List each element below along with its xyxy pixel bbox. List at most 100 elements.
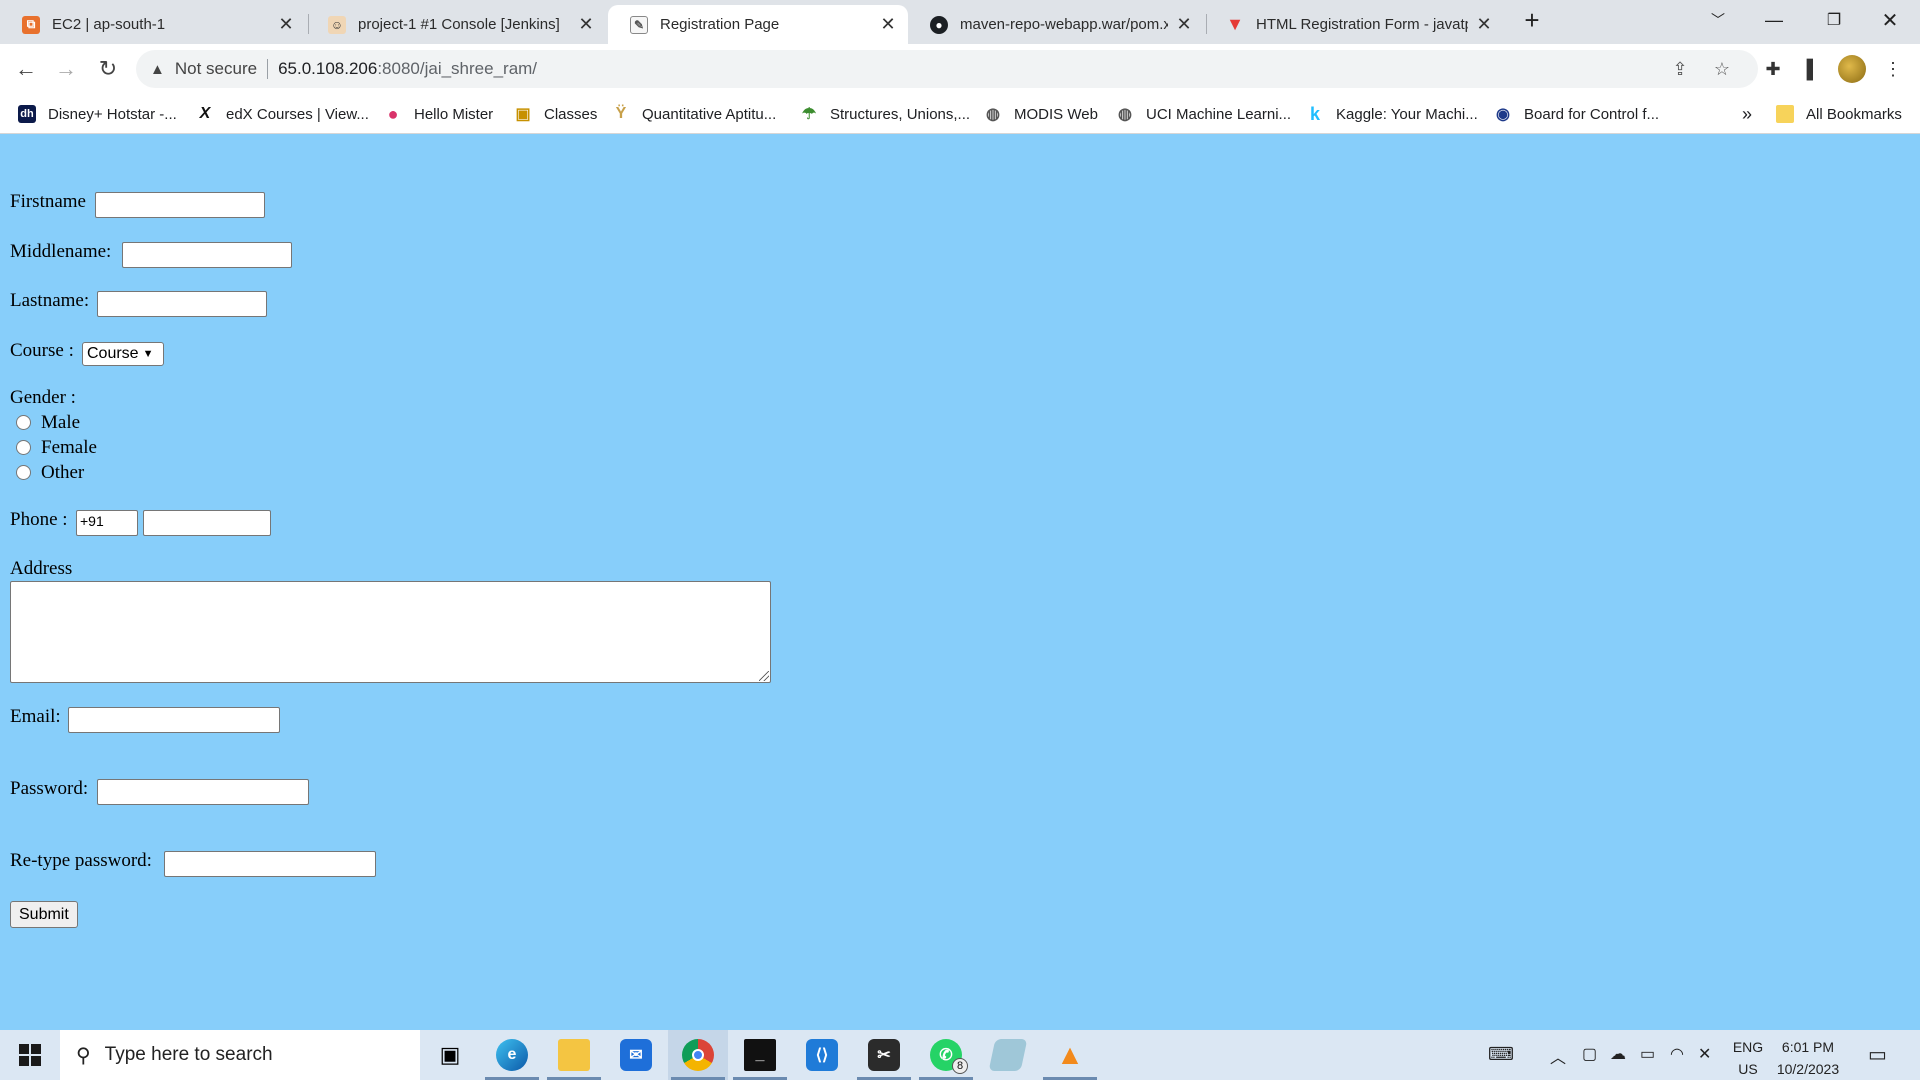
- bookmarks-overflow-icon[interactable]: »: [1742, 104, 1752, 124]
- vscode-app[interactable]: ⟨⟩: [792, 1030, 852, 1080]
- bookmark-structures[interactable]: ☂ Structures, Unions,...: [800, 104, 970, 124]
- close-icon[interactable]: ✕: [278, 14, 294, 35]
- volume-muted-icon[interactable]: ✕: [1698, 1044, 1711, 1064]
- bookmark-label: Kaggle: Your Machi...: [1336, 105, 1478, 123]
- hotstar-icon: dh: [18, 105, 36, 123]
- gender-female-radio[interactable]: [16, 440, 31, 455]
- whatsapp-app[interactable]: ✆ 8: [916, 1030, 976, 1080]
- middlename-input[interactable]: [122, 242, 292, 268]
- back-icon[interactable]: ←: [10, 53, 42, 85]
- all-bookmarks-button[interactable]: All Bookmarks: [1776, 104, 1902, 124]
- tab-jenkins[interactable]: ☺ project-1 #1 Console [Jenkins] ✕: [306, 5, 606, 44]
- bookmark-bcci[interactable]: ◉ Board for Control f...: [1494, 104, 1659, 124]
- side-panel-icon[interactable]: ▌: [1800, 56, 1826, 82]
- close-icon[interactable]: ✕: [1476, 14, 1492, 35]
- address-textarea[interactable]: [10, 581, 771, 683]
- bookmark-edx[interactable]: X edX Courses | View...: [196, 104, 369, 124]
- browser-toolbar: ← → ↻ ▲ Not secure 65.0.108.206 :8080/ja…: [0, 44, 1920, 94]
- course-select[interactable]: Course ▼: [82, 342, 164, 366]
- bookmark-modis[interactable]: ◍ MODIS Web: [984, 104, 1098, 124]
- chevron-down-icon: ▼: [142, 348, 154, 360]
- bookmark-hotstar[interactable]: dh Disney+ Hotstar -...: [18, 104, 177, 124]
- address-bar[interactable]: ▲ Not secure 65.0.108.206 :8080/jai_shre…: [136, 50, 1758, 88]
- bookmark-label: Quantitative Aptitu...: [642, 105, 777, 123]
- minimize-icon[interactable]: —: [1746, 0, 1802, 40]
- notes-app[interactable]: [978, 1030, 1038, 1080]
- retype-password-input[interactable]: [164, 851, 376, 877]
- extensions-icon[interactable]: ✚: [1760, 56, 1786, 82]
- globe-icon: ◍: [986, 106, 1000, 123]
- tab-registration-page[interactable]: ✎ Registration Page ✕: [608, 5, 908, 44]
- onedrive-icon[interactable]: ☁: [1610, 1044, 1626, 1064]
- battery-icon[interactable]: ▭: [1640, 1044, 1655, 1064]
- profile-avatar[interactable]: [1838, 55, 1866, 83]
- clock-date: 10/2/2023: [1776, 1061, 1840, 1077]
- mail-app[interactable]: ✉: [606, 1030, 666, 1080]
- tab-ec2[interactable]: ⧉ EC2 | ap-south-1 ✕: [0, 5, 306, 44]
- clock-time: 6:01 PM: [1781, 1039, 1835, 1055]
- taskbar-search-box[interactable]: ⚲ Type here to search: [60, 1030, 420, 1080]
- reload-icon[interactable]: ↻: [92, 53, 124, 85]
- chrome-app[interactable]: [668, 1030, 728, 1080]
- password-input[interactable]: [97, 779, 309, 805]
- search-placeholder: Type here to search: [104, 1044, 273, 1065]
- phone-number-input[interactable]: [143, 510, 271, 536]
- mail-icon: ✉: [620, 1039, 652, 1071]
- windows-logo-icon: [19, 1044, 41, 1066]
- gender-male-radio[interactable]: [16, 415, 31, 430]
- snipping-tool-app[interactable]: ✂: [854, 1030, 914, 1080]
- share-icon[interactable]: ⇪: [1670, 59, 1690, 79]
- start-button[interactable]: [0, 1030, 60, 1080]
- tab-title: maven-repo-webapp.war/pom.x: [960, 16, 1168, 33]
- gender-female-label: Female: [41, 437, 97, 458]
- lastname-label: Lastname:: [10, 290, 90, 311]
- vlc-app[interactable]: ▲: [1040, 1030, 1100, 1080]
- url-host: 65.0.108.206: [278, 59, 378, 78]
- task-view-icon[interactable]: ▣: [420, 1030, 480, 1080]
- bookmark-hello-mister[interactable]: ● Hello Mister: [384, 103, 494, 124]
- bookmark-label: Hello Mister: [414, 105, 494, 123]
- meet-now-icon[interactable]: ▢: [1582, 1044, 1597, 1064]
- notification-center-icon[interactable]: ▭: [1868, 1042, 1887, 1067]
- wifi-icon[interactable]: ◠: [1670, 1044, 1684, 1064]
- firstname-label: Firstname: [10, 191, 86, 212]
- window-close-icon[interactable]: ✕: [1862, 0, 1918, 40]
- password-label: Password:: [10, 778, 89, 799]
- tab-javatpoint[interactable]: ▼ HTML Registration Form - javatp ✕: [1204, 5, 1504, 44]
- input-indicator-icon[interactable]: ⌨: [1488, 1044, 1514, 1065]
- tab-search-icon[interactable]: ﹀: [1690, 0, 1746, 40]
- forward-icon[interactable]: →: [50, 53, 82, 85]
- phone-code-input[interactable]: +91: [76, 510, 138, 536]
- edge-app[interactable]: e: [482, 1030, 542, 1080]
- close-icon[interactable]: ✕: [1176, 14, 1192, 35]
- menu-icon[interactable]: ⋮: [1880, 56, 1906, 82]
- bookmark-aptitude[interactable]: Ÿ Quantitative Aptitu...: [612, 104, 777, 124]
- email-label: Email:: [10, 706, 61, 727]
- gender-other-radio[interactable]: [16, 465, 31, 480]
- firstname-input[interactable]: [95, 192, 265, 218]
- page-icon: ✎: [630, 15, 648, 34]
- show-hidden-icons-icon[interactable]: ︿: [1550, 1044, 1566, 1068]
- bookmark-uci[interactable]: ◍ UCI Machine Learni...: [1116, 104, 1291, 124]
- course-select-value: Course: [87, 345, 139, 362]
- gender-label: Gender :: [10, 387, 76, 408]
- hello-mister-icon: ●: [387, 103, 399, 124]
- lastname-input[interactable]: [97, 291, 267, 317]
- new-tab-button[interactable]: +: [1504, 0, 1560, 40]
- file-explorer-app[interactable]: [544, 1030, 604, 1080]
- system-clock[interactable]: 6:01 PM 10/2/2023: [1762, 1036, 1854, 1080]
- close-icon[interactable]: ✕: [578, 14, 594, 35]
- warning-icon[interactable]: ▲: [150, 61, 165, 78]
- email-input[interactable]: [68, 707, 280, 733]
- bookmark-classes[interactable]: ▣ Classes: [514, 104, 597, 124]
- star-icon[interactable]: ☆: [1712, 59, 1732, 79]
- bookmark-kaggle[interactable]: k Kaggle: Your Machi...: [1306, 104, 1478, 124]
- submit-button[interactable]: Submit: [10, 901, 78, 928]
- resize-handle-icon[interactable]: [759, 671, 769, 681]
- snipping-icon: ✂: [868, 1039, 900, 1071]
- middlename-label: Middlename:: [10, 241, 112, 262]
- terminal-app[interactable]: _: [730, 1030, 790, 1080]
- restore-icon[interactable]: ❐: [1806, 0, 1862, 40]
- tab-github[interactable]: ● maven-repo-webapp.war/pom.x ✕: [908, 5, 1204, 44]
- close-icon[interactable]: ✕: [880, 14, 896, 35]
